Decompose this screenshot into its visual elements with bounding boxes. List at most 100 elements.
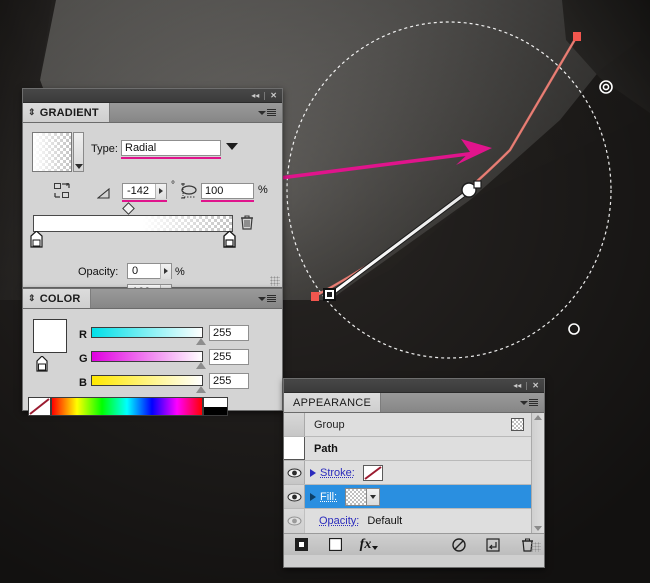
stroke-swatch[interactable] [35, 356, 49, 372]
slider-label-g: G [79, 353, 88, 365]
appearance-row-group[interactable]: Group [284, 413, 531, 437]
add-new-effect-icon[interactable]: fx [352, 537, 386, 553]
color-panel[interactable]: ⇕ COLOR R 255 [22, 288, 283, 411]
gradient-end-square-handle[interactable] [474, 181, 481, 188]
tab-color[interactable]: ⇕ COLOR [23, 289, 91, 308]
color-panel-body: R 255 G 255 B 255 [23, 309, 282, 411]
none-swatch-icon[interactable] [363, 465, 383, 481]
black-swatch[interactable] [203, 407, 228, 416]
aspect-ratio-value: 100 [205, 185, 223, 197]
clear-appearance-icon[interactable] [442, 538, 476, 552]
opacity-stepper[interactable] [160, 264, 171, 279]
panel-menu-bars [267, 295, 276, 302]
gradient-panel[interactable]: ◂◂ ✕ ⇕ GRADIENT Type: Radial [22, 88, 283, 288]
gradient-slider-bar[interactable] [33, 215, 233, 232]
aspect-ratio-input[interactable]: 100 [201, 183, 254, 199]
none-swatch-icon[interactable] [28, 397, 51, 416]
appearance-row-fill-label[interactable]: Fill: [320, 491, 337, 503]
appearance-row-fill[interactable]: Fill: [284, 485, 531, 509]
appearance-row-path-label: Path [314, 443, 338, 455]
opacity-value: 0 [128, 265, 160, 277]
slider-track-g[interactable] [91, 351, 203, 362]
titlebar-divider [526, 382, 527, 390]
appearance-rows[interactable]: Group Path St [284, 413, 531, 533]
add-new-stroke-icon[interactable] [284, 538, 318, 551]
eye-icon[interactable] [284, 509, 305, 533]
value-b: 255 [213, 375, 231, 387]
appearance-row-opacity[interactable]: Opacity: Default [284, 509, 531, 533]
type-dropdown-arrow[interactable] [226, 143, 238, 150]
appearance-row-stroke[interactable]: Stroke: [284, 461, 531, 485]
add-new-effect-label: fx [360, 537, 372, 553]
slider-track-r[interactable] [91, 327, 203, 338]
type-value: Radial [125, 142, 156, 154]
trash-icon[interactable] [240, 214, 254, 235]
resize-grip-icon[interactable] [531, 542, 541, 552]
disclosure-triangle-icon[interactable] [310, 493, 316, 501]
gradient-panel-titlebar[interactable]: ◂◂ ✕ [23, 89, 282, 103]
value-input-r[interactable]: 255 [209, 325, 249, 341]
gradient-stop-left[interactable] [30, 231, 43, 253]
tab-appearance[interactable]: APPEARANCE [284, 393, 381, 412]
gradient-stop-right[interactable] [223, 231, 236, 253]
fill-swatch-dropdown[interactable] [367, 488, 380, 506]
gradient-midpoint-diamond[interactable] [122, 202, 135, 215]
gradient-panel-tabstrip[interactable]: ⇕ GRADIENT [23, 103, 282, 123]
collapse-to-icons-icon[interactable]: ◂◂ [249, 92, 261, 100]
opacity-label: Opacity: [78, 266, 118, 278]
color-spectrum-ramp[interactable] [51, 397, 203, 416]
scroll-up-arrow-icon[interactable] [534, 415, 542, 420]
slider-thumb-g[interactable] [196, 362, 206, 369]
appearance-panel-tabstrip[interactable]: APPEARANCE [284, 393, 544, 413]
close-icon[interactable]: ✕ [268, 92, 279, 100]
angle-stepper[interactable] [155, 184, 166, 199]
resize-grip-icon[interactable] [270, 276, 280, 286]
eye-icon[interactable] [284, 485, 305, 508]
panel-menu-icon[interactable] [258, 289, 282, 308]
highlight-underline-type [121, 157, 221, 159]
appearance-panel-titlebar[interactable]: ◂◂ ✕ [284, 379, 544, 393]
path-swatch-cell [284, 437, 305, 460]
scroll-down-arrow-icon[interactable] [534, 526, 542, 531]
add-new-fill-icon[interactable] [318, 538, 352, 551]
disclosure-triangle-icon[interactable] [310, 469, 316, 477]
slider-thumb-r[interactable] [196, 338, 206, 345]
angle-input[interactable]: -142 [122, 183, 167, 199]
slider-track-b[interactable] [91, 375, 203, 386]
panel-menu-icon[interactable] [520, 393, 544, 412]
slider-label-r: R [79, 329, 87, 341]
value-input-g[interactable]: 255 [209, 349, 249, 365]
collapse-to-icons-icon[interactable]: ◂◂ [511, 382, 523, 390]
appearance-row-path[interactable]: Path [284, 437, 531, 461]
highlight-underline-aspect [201, 200, 254, 202]
duplicate-item-icon[interactable] [476, 538, 510, 552]
appearance-toolbar[interactable]: fx [284, 533, 544, 555]
gradient-origin-handle-core [327, 292, 332, 297]
appearance-panel[interactable]: ◂◂ ✕ APPEARANCE Group [283, 378, 545, 568]
appearance-row-group-label: Group [314, 419, 345, 431]
panel-menu-icon[interactable] [258, 103, 282, 122]
checker-icon[interactable] [345, 488, 367, 506]
value-r: 255 [213, 327, 231, 339]
close-icon[interactable]: ✕ [530, 382, 541, 390]
fill-swatch[interactable] [33, 319, 67, 353]
white-swatch[interactable] [203, 397, 228, 407]
gradient-swatch-dropdown[interactable] [73, 132, 84, 172]
path-anchor-point-bottom[interactable] [311, 292, 319, 301]
eye-icon[interactable] [284, 461, 305, 484]
path-anchor-point-top[interactable] [573, 32, 581, 41]
appearance-row-opacity-label[interactable]: Opacity: [319, 515, 359, 527]
appearance-row-stroke-label[interactable]: Stroke: [320, 467, 355, 479]
tab-gradient-label: GRADIENT [40, 107, 99, 119]
type-select[interactable]: Radial [121, 140, 221, 156]
gradient-swatch-preview[interactable] [32, 132, 72, 172]
opacity-input[interactable]: 0 [127, 263, 172, 279]
type-label: Type: [91, 143, 118, 155]
value-input-b[interactable]: 255 [209, 373, 249, 389]
tab-gradient[interactable]: ⇕ GRADIENT [23, 103, 110, 122]
tab-appearance-label: APPEARANCE [293, 397, 371, 409]
reverse-gradient-icon[interactable] [54, 183, 72, 199]
color-panel-tabstrip[interactable]: ⇕ COLOR [23, 289, 282, 309]
appearance-scrollbar[interactable] [531, 413, 544, 533]
slider-thumb-b[interactable] [196, 386, 206, 393]
